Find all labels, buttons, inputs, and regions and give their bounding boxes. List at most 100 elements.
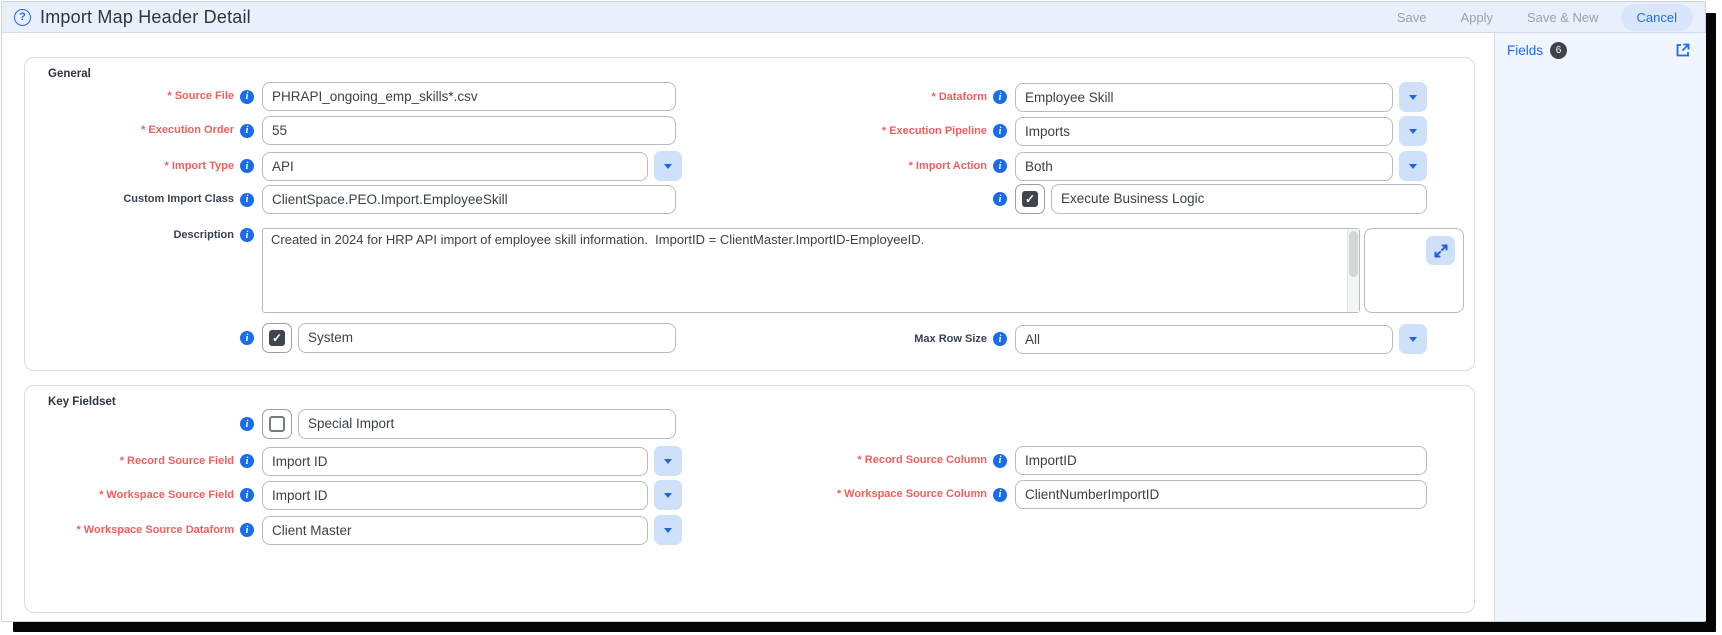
- info-icon[interactable]: [240, 454, 254, 468]
- max-row-size-label: Max Row Size: [914, 332, 987, 345]
- sidebar-fields-link[interactable]: Fields 6: [1507, 42, 1568, 59]
- help-icon[interactable]: [14, 8, 31, 26]
- custom-import-class-input[interactable]: ClientSpace.PEO.Import.EmployeeSkill: [262, 185, 676, 214]
- max-row-size-field: Max Row Size All: [747, 324, 1427, 354]
- record-source-field-dropdown-button[interactable]: [654, 446, 682, 476]
- description-label: Description: [173, 228, 234, 241]
- record-source-field-field: * Record Source Field Import ID: [38, 446, 682, 476]
- record-source-field-input[interactable]: Import ID: [262, 446, 648, 476]
- dataform-dropdown-button[interactable]: [1399, 82, 1427, 112]
- system-checkbox[interactable]: [262, 323, 292, 353]
- header-actions: Save Apply Save & New Cancel: [1385, 2, 1693, 33]
- cancel-button[interactable]: Cancel: [1620, 4, 1693, 31]
- info-icon[interactable]: [993, 487, 1007, 502]
- special-import-checkbox[interactable]: [262, 409, 292, 439]
- workspace-source-column-label: * Workspace Source Column: [836, 488, 987, 500]
- page-title: Import Map Header Detail: [40, 6, 251, 27]
- checkmark-icon: [269, 416, 285, 432]
- expand-diagonal-icon: [1434, 244, 1447, 257]
- custom-import-class-label: Custom Import Class: [123, 193, 234, 205]
- description-field: Description: [38, 228, 262, 242]
- info-icon[interactable]: [993, 192, 1007, 206]
- record-source-field-label: * Record Source Field: [119, 454, 234, 467]
- execution-pipeline-input[interactable]: Imports: [1015, 116, 1393, 146]
- sidebar-fields-label: Fields: [1507, 43, 1544, 58]
- import-map-header-detail-window: Import Map Header Detail Save Apply Save…: [1, 1, 1706, 622]
- system-box-label: System: [298, 323, 676, 353]
- info-icon[interactable]: [240, 523, 254, 537]
- chevron-down-icon: [664, 458, 672, 464]
- import-action-input[interactable]: Both: [1015, 151, 1393, 181]
- info-icon[interactable]: [993, 453, 1007, 468]
- open-in-new-window-icon[interactable]: [1674, 41, 1692, 59]
- page-header: Import Map Header Detail Save Apply Save…: [2, 2, 1705, 33]
- workspace-source-column-input[interactable]: ClientNumberImportID: [1015, 480, 1427, 509]
- execute-business-logic-box-label: Execute Business Logic: [1051, 184, 1427, 214]
- info-icon[interactable]: [240, 123, 254, 138]
- max-row-size-input[interactable]: All: [1015, 324, 1393, 354]
- info-icon[interactable]: [240, 159, 254, 173]
- info-icon[interactable]: [993, 332, 1007, 346]
- import-action-dropdown-button[interactable]: [1399, 151, 1427, 181]
- import-action-label: * Import Action: [908, 159, 987, 172]
- workspace-source-field-input[interactable]: Import ID: [262, 480, 648, 510]
- record-source-column-field: * Record Source Column ImportID: [747, 446, 1427, 475]
- general-section-label: General: [48, 68, 91, 80]
- max-row-size-dropdown-button[interactable]: [1399, 324, 1427, 354]
- expand-description-button[interactable]: [1426, 236, 1455, 265]
- info-icon[interactable]: [240, 192, 254, 207]
- dataform-input[interactable]: Employee Skill: [1015, 82, 1393, 112]
- workspace-source-dataform-input[interactable]: Client Master: [262, 515, 648, 545]
- special-import-field: Special Import: [240, 409, 676, 439]
- workspace-source-dataform-label: * Workspace Source Dataform: [76, 523, 234, 536]
- description-scrollbar[interactable]: [1347, 229, 1359, 312]
- special-import-box-label: Special Import: [298, 409, 676, 439]
- key-fieldset-section-label: Key Fieldset: [48, 396, 116, 408]
- source-file-field: * Source File PHRAPI_ongoing_emp_skills*…: [38, 82, 676, 111]
- info-icon[interactable]: [240, 488, 254, 502]
- system-field: System: [240, 323, 676, 353]
- execution-order-input[interactable]: 55: [262, 116, 676, 145]
- info-icon[interactable]: [993, 124, 1007, 138]
- workspace-source-dataform-field: * Workspace Source Dataform Client Maste…: [38, 515, 682, 545]
- info-icon[interactable]: [993, 90, 1007, 104]
- source-file-input[interactable]: PHRAPI_ongoing_emp_skills*.csv: [262, 82, 676, 111]
- record-source-column-input[interactable]: ImportID: [1015, 446, 1427, 475]
- chevron-down-icon: [1409, 128, 1417, 134]
- checkmark-icon: [269, 330, 285, 346]
- chevron-down-icon: [1409, 336, 1417, 342]
- workspace-source-field-field: * Workspace Source Field Import ID: [38, 480, 682, 510]
- save-and-new-button[interactable]: Save & New: [1515, 6, 1611, 29]
- scrollbar-thumb[interactable]: [1349, 231, 1358, 277]
- execute-business-logic-field: Execute Business Logic: [993, 184, 1427, 214]
- import-action-field: * Import Action Both: [747, 151, 1427, 181]
- import-type-input[interactable]: API: [262, 151, 648, 181]
- import-type-label: * Import Type: [164, 159, 234, 172]
- workspace-source-field-dropdown-button[interactable]: [654, 480, 682, 510]
- info-icon[interactable]: [240, 331, 254, 345]
- info-icon[interactable]: [240, 89, 254, 104]
- checkmark-icon: [1022, 191, 1038, 207]
- info-icon[interactable]: [240, 417, 254, 431]
- workspace-source-dataform-dropdown-button[interactable]: [654, 515, 682, 545]
- description-textarea[interactable]: Created in 2024 for HRP API import of em…: [262, 228, 1360, 313]
- workspace-source-field-label: * Workspace Source Field: [99, 488, 234, 501]
- import-type-dropdown-button[interactable]: [654, 151, 682, 181]
- chevron-down-icon: [1409, 163, 1417, 169]
- save-button[interactable]: Save: [1385, 6, 1439, 29]
- chevron-down-icon: [664, 527, 672, 533]
- execution-pipeline-dropdown-button[interactable]: [1399, 116, 1427, 146]
- fields-count-badge: 6: [1550, 42, 1568, 59]
- dataform-label: * Dataform: [931, 90, 987, 103]
- chevron-down-icon: [664, 492, 672, 498]
- fields-sidebar: Fields 6: [1494, 33, 1706, 621]
- execute-business-logic-checkbox[interactable]: [1015, 184, 1045, 214]
- info-icon[interactable]: [993, 159, 1007, 173]
- custom-import-class-field: Custom Import Class ClientSpace.PEO.Impo…: [38, 185, 676, 214]
- chevron-down-icon: [1409, 94, 1417, 100]
- execution-pipeline-label: * Execution Pipeline: [881, 124, 987, 137]
- description-expand-panel: [1364, 228, 1464, 313]
- apply-button[interactable]: Apply: [1448, 6, 1505, 29]
- workspace-source-column-field: * Workspace Source Column ClientNumberIm…: [747, 480, 1427, 509]
- info-icon[interactable]: [240, 228, 254, 242]
